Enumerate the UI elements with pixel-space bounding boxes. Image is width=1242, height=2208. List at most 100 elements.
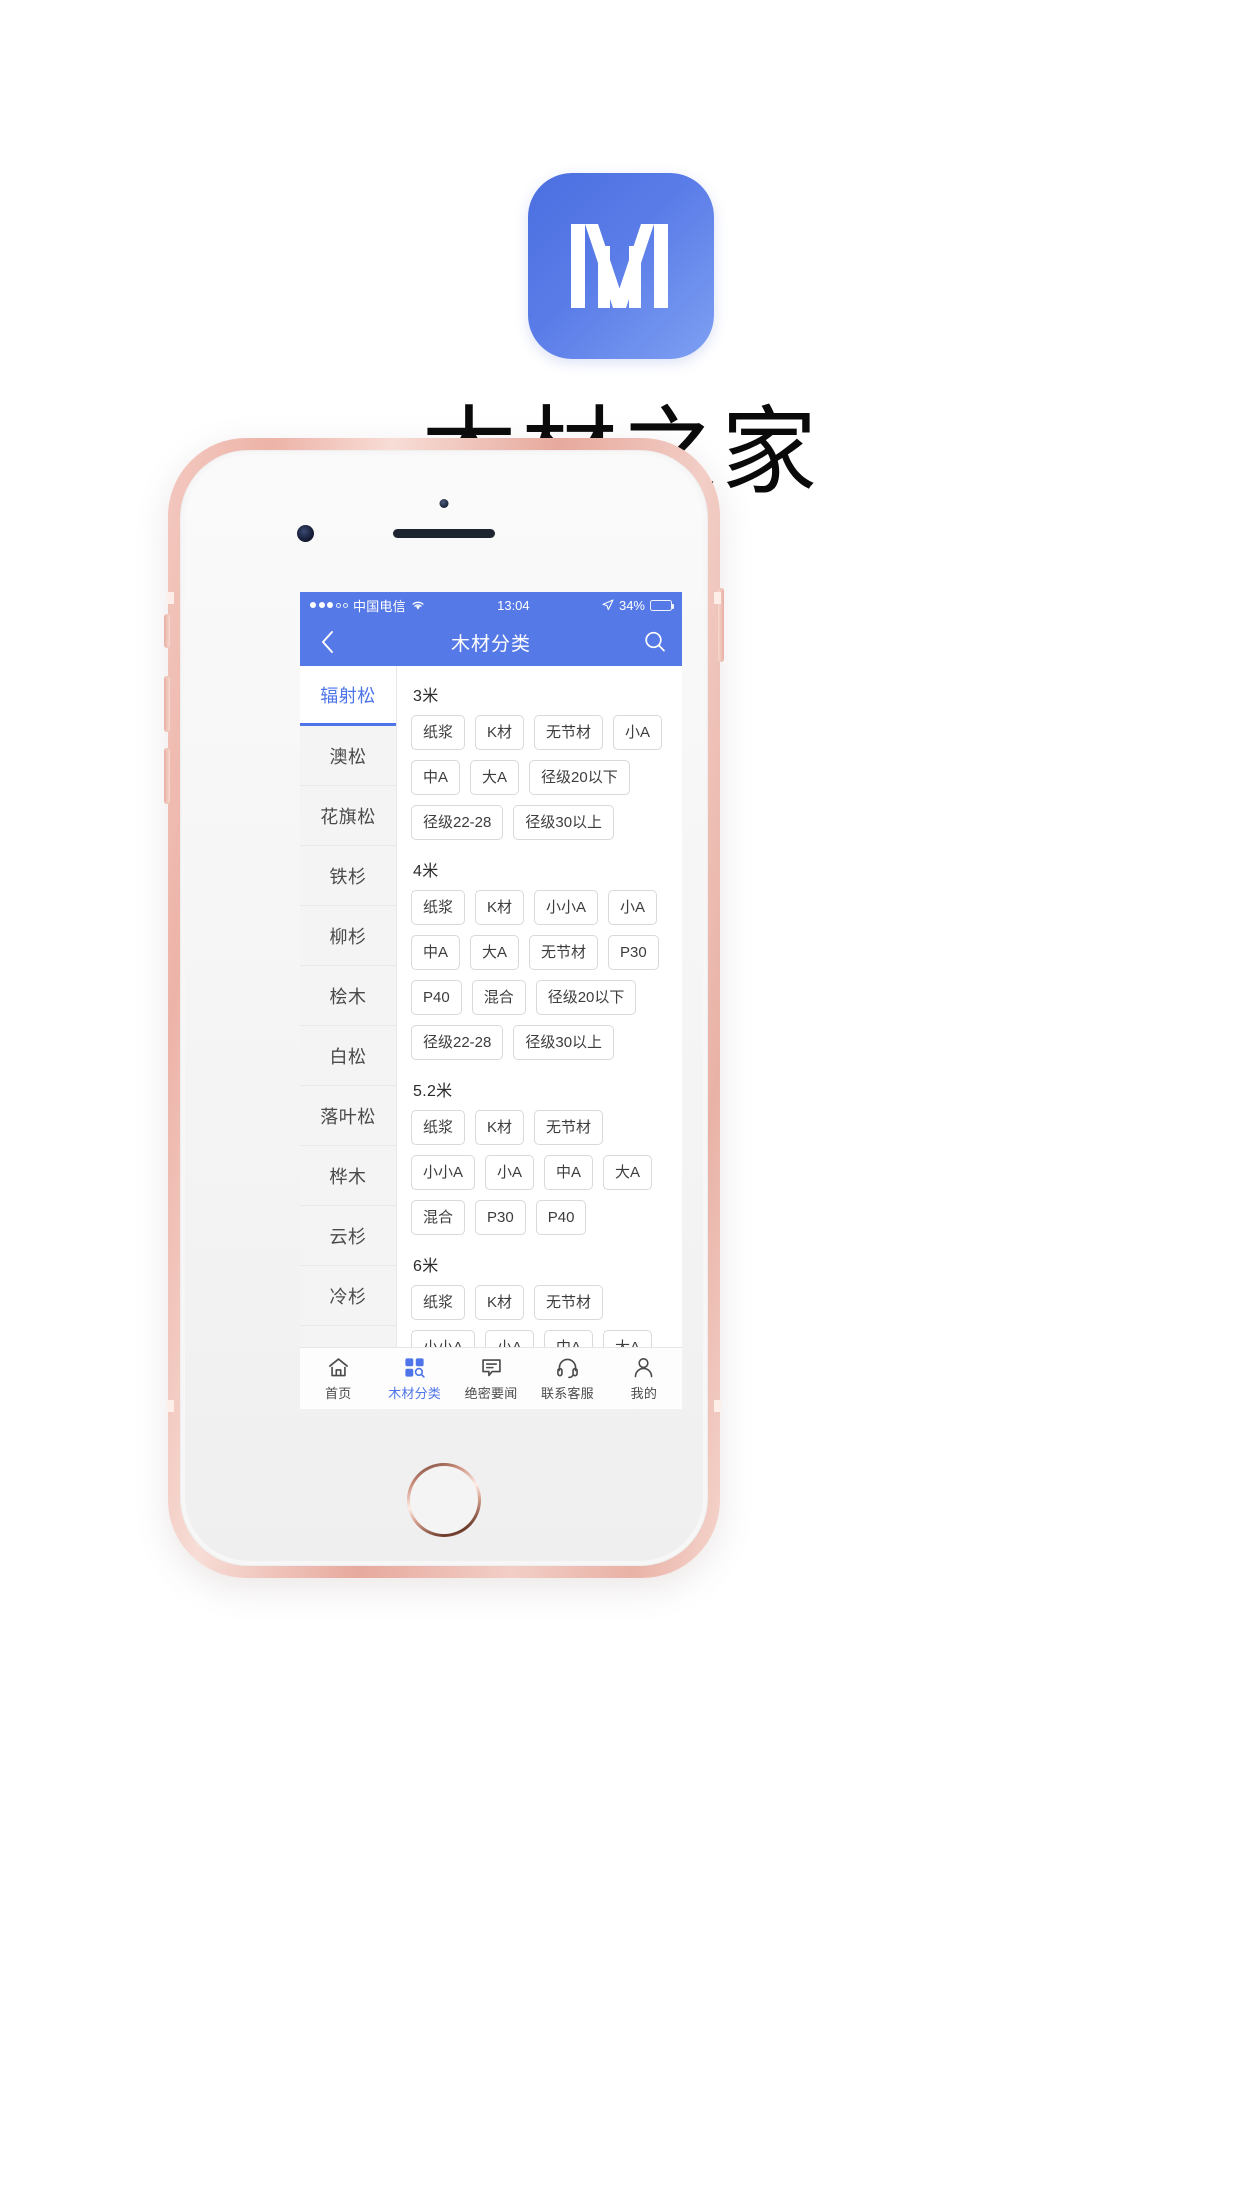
antenna-line [714, 592, 721, 604]
sidebar-item[interactable]: 铁杉 [300, 846, 396, 906]
category-chip[interactable]: 中A [544, 1155, 594, 1190]
chevron-left-icon [321, 631, 333, 653]
category-chip[interactable]: P30 [475, 1200, 526, 1235]
location-arrow-icon [602, 599, 614, 611]
antenna-line [714, 1400, 721, 1412]
home-icon [327, 1355, 350, 1379]
sidebar-item-label: 铁杉 [329, 866, 367, 887]
category-chip[interactable]: 中A [411, 760, 461, 795]
category-chip[interactable]: 径级20以下 [535, 980, 637, 1015]
volume-up-button [164, 676, 170, 732]
sidebar-item[interactable]: 冷杉 [300, 1266, 396, 1326]
category-chip[interactable]: 纸浆 [411, 1285, 466, 1320]
sidebar-item-label: 辐射松 [320, 685, 376, 706]
back-button[interactable] [312, 627, 342, 657]
sidebar-item[interactable]: 云杉 [300, 1206, 396, 1266]
category-chip[interactable]: 小A [485, 1330, 535, 1347]
category-chip[interactable]: 大A [603, 1330, 653, 1347]
antenna-line [167, 592, 174, 604]
category-chip[interactable]: 无节材 [534, 1110, 604, 1145]
sidebar-item[interactable]: 乌拉圭松 [300, 1326, 396, 1347]
battery-icon [650, 599, 674, 611]
category-chip[interactable]: 混合 [411, 1200, 466, 1235]
category-chip[interactable]: 大A [470, 760, 520, 795]
phone-bezel: 中国电信 13:04 34% 木材分类 辐射松 澳松 花旗松 铁杉 柳杉 桧木 … [185, 455, 703, 1561]
status-bar-left: 中国电信 [310, 596, 425, 615]
sidebar-item-label: 桦木 [329, 1166, 367, 1187]
sidebar-item[interactable]: 柳杉 [300, 906, 396, 966]
tab-headset[interactable]: 联系客服 [529, 1355, 605, 1402]
page-root: 木材之家 [0, 0, 1242, 2208]
category-chip[interactable]: 小A [485, 1155, 535, 1190]
search-button[interactable] [640, 627, 670, 657]
grid-search-icon [403, 1355, 426, 1379]
category-chip[interactable]: 小小A [411, 1155, 476, 1190]
category-chip[interactable]: 径级30以上 [513, 1025, 615, 1060]
sidebar-item[interactable]: 落叶松 [300, 1086, 396, 1146]
category-chip[interactable]: 中A [544, 1330, 594, 1347]
category-chip[interactable]: K材 [475, 1285, 525, 1320]
signal-strength-icon [310, 602, 348, 608]
sidebar-item-label: 澳松 [329, 746, 367, 767]
tab-chat-bubble[interactable]: 绝密要闻 [453, 1355, 529, 1402]
category-chip[interactable]: 混合 [471, 980, 526, 1015]
headset-icon [556, 1355, 579, 1379]
app-body: 辐射松澳松花旗松铁杉柳杉桧木白松落叶松桦木云杉冷杉乌拉圭松 3米纸浆K材无节材小… [300, 666, 682, 1347]
category-chip[interactable]: 纸浆 [411, 715, 466, 750]
tab-grid-search[interactable]: 木材分类 [376, 1355, 452, 1402]
section-title: 3米 [413, 688, 439, 705]
sidebar-item[interactable]: 白松 [300, 1026, 396, 1086]
section-title: 4米 [413, 863, 439, 880]
earpiece-speaker [393, 529, 495, 538]
category-chip[interactable]: 无节材 [534, 715, 604, 750]
category-sidebar[interactable]: 辐射松澳松花旗松铁杉柳杉桧木白松落叶松桦木云杉冷杉乌拉圭松 [300, 666, 397, 1347]
sidebar-item[interactable]: 花旗松 [300, 786, 396, 846]
category-chip[interactable]: 中A [411, 935, 461, 970]
category-chip[interactable]: K材 [475, 1110, 525, 1145]
silent-switch [164, 614, 170, 648]
phone-mockup: 中国电信 13:04 34% 木材分类 辐射松 澳松 花旗松 铁杉 柳杉 桧木 … [164, 438, 724, 1578]
volume-down-button [164, 748, 170, 804]
category-chip[interactable]: K材 [475, 890, 525, 925]
category-chip[interactable]: 小A [608, 890, 658, 925]
chip-group: 纸浆 K材 小小A 小A 中A 大A 无节材 P30 P40 混合 径级20以下 径级22-28 径级3… [411, 890, 682, 1060]
category-chip[interactable]: 径级22-28 [411, 1025, 504, 1060]
category-chip[interactable]: 径级20以下 [529, 760, 630, 795]
category-chip[interactable]: 无节材 [529, 935, 599, 970]
chat-bubble-icon [480, 1355, 503, 1379]
category-chip[interactable]: P40 [411, 980, 462, 1015]
category-chip[interactable]: 纸浆 [411, 1110, 466, 1145]
category-chip[interactable]: 小小A [411, 1330, 476, 1347]
tab-label: 联系客服 [541, 1386, 594, 1401]
category-chip[interactable]: 径级22-28 [411, 805, 504, 840]
status-bar-right: 34% [602, 597, 674, 613]
tab-home[interactable]: 首页 [300, 1355, 376, 1402]
category-chip[interactable]: 径级30以上 [513, 805, 615, 840]
section-title: 5.2米 [413, 1083, 453, 1100]
sidebar-item-label: 白松 [329, 1046, 367, 1067]
bottom-tab-bar[interactable]: 首页 木材分类 绝密要闻 联系客服 我的 [300, 1347, 682, 1409]
app-logo [528, 173, 714, 359]
category-chip[interactable]: 小小A [534, 890, 599, 925]
sidebar-item-label: 柳杉 [329, 926, 367, 947]
nav-bar: 木材分类 [300, 618, 682, 666]
category-chip[interactable]: K材 [475, 715, 525, 750]
category-chip[interactable]: 纸浆 [411, 890, 466, 925]
sidebar-item[interactable]: 辐射松 [300, 666, 396, 726]
category-chip[interactable]: P40 [535, 1200, 587, 1235]
chip-group: 纸浆 K材无节材小小A 小A 中A 大A [411, 1285, 682, 1347]
battery-percent-label: 34% [618, 597, 645, 613]
category-chip[interactable]: 小A [613, 715, 663, 750]
category-chip[interactable]: 大A [603, 1155, 653, 1190]
category-chip[interactable]: 无节材 [534, 1285, 604, 1320]
sidebar-item-label: 花旗松 [320, 806, 376, 827]
tab-person[interactable]: 我的 [606, 1355, 682, 1402]
category-chip[interactable]: P30 [608, 935, 659, 970]
proximity-sensor-icon [439, 499, 449, 508]
tab-label: 我的 [630, 1386, 658, 1401]
sidebar-item[interactable]: 澳松 [300, 726, 396, 786]
sidebar-item[interactable]: 桦木 [300, 1146, 396, 1206]
home-button[interactable] [407, 1463, 481, 1537]
category-chip[interactable]: 大A [470, 935, 520, 970]
sidebar-item[interactable]: 桧木 [300, 966, 396, 1026]
